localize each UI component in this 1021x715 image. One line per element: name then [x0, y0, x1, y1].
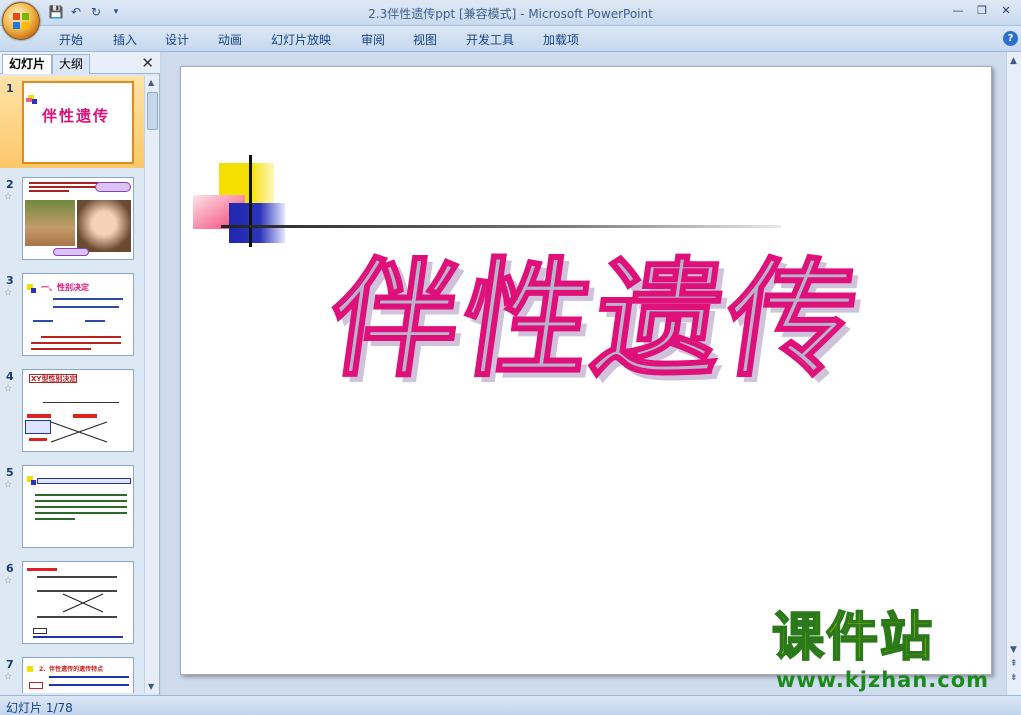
slide-preview — [22, 561, 134, 644]
document-title: 2.3伴性遗传ppt [兼容模式] — [368, 7, 517, 21]
slide-title: 伴性遗传 — [42, 107, 111, 125]
close-icon[interactable]: ✕ — [995, 2, 1017, 20]
slide-number: 2 — [6, 178, 14, 191]
window-title: 2.3伴性遗传ppt [兼容模式] - Microsoft PowerPoint — [368, 7, 653, 21]
tab-developer[interactable]: 开发工具 — [466, 31, 514, 48]
status-bar: 幻灯片 1/78 — [0, 695, 1021, 715]
slide-thumbnail[interactable]: 3 ☆ 一、性别决定 — [0, 268, 144, 360]
tab-slides[interactable]: 幻灯片 — [2, 54, 53, 74]
slide-counter: 幻灯片 1/78 — [6, 701, 73, 715]
slide-editor: 伴性遗传 伴性遗传 ▲ ▼ ⇞ ⇟ — [162, 52, 1021, 695]
slide-title: XY型性别决定 — [31, 375, 77, 383]
scroll-up-icon[interactable]: ▲ — [148, 78, 154, 87]
slide-thumbnail[interactable]: 5 ☆ — [0, 460, 144, 552]
tab-design[interactable]: 设计 — [165, 31, 189, 48]
ribbon-tabs: 开始 插入 设计 动画 幻灯片放映 审阅 视图 开发工具 加载项 ? — [0, 26, 1021, 52]
office-logo-icon — [13, 13, 29, 29]
slide-thumbnail[interactable]: 7 ☆ 2、伴性遗传的遗传特点 — [0, 652, 144, 693]
animation-star-icon: ☆ — [4, 480, 13, 490]
slide-title: 2、伴性遗传的遗传特点 — [39, 666, 104, 673]
animation-star-icon: ☆ — [4, 576, 13, 586]
tab-outline[interactable]: 大纲 — [52, 54, 91, 74]
slide-thumbnail[interactable]: 4 ☆ XY型性别决定 — [0, 364, 144, 456]
minimize-icon[interactable]: — — [947, 2, 969, 20]
slide-number: 3 — [6, 274, 14, 287]
editor-scrollbar[interactable]: ▲ ▼ ⇞ ⇟ — [1006, 52, 1021, 695]
slides-pane: 幻灯片 大纲 ✕ 1 伴性遗传 2 ☆ 3 ☆ 一、性别决定 4 ☆ XY型性别… — [0, 52, 160, 695]
current-slide[interactable]: 伴性遗传 伴性遗传 — [180, 66, 992, 675]
slide-number: 4 — [6, 370, 14, 383]
office-button[interactable] — [2, 2, 40, 40]
tab-addins[interactable]: 加载项 — [543, 31, 579, 48]
animation-star-icon: ☆ — [4, 288, 13, 298]
slide-thumbnail[interactable]: 6 ☆ — [0, 556, 144, 648]
close-icon[interactable]: ✕ — [141, 54, 154, 72]
slide-number: 1 — [6, 82, 14, 95]
previous-slide-icon[interactable]: ⇞ — [1010, 659, 1018, 669]
tab-review[interactable]: 审阅 — [361, 31, 385, 48]
watermark-url: www.kjzhan.com — [776, 668, 990, 692]
slide-number: 5 — [6, 466, 14, 479]
help-icon[interactable]: ? — [1003, 31, 1018, 46]
tab-view[interactable]: 视图 — [413, 31, 437, 48]
slide-preview — [22, 177, 134, 260]
pane-tab-bar: 幻灯片 大纲 ✕ — [0, 52, 160, 74]
slide-title: 一、性别决定 — [41, 283, 89, 292]
app-name: Microsoft PowerPoint — [528, 7, 653, 21]
slide-preview: 2、伴性遗传的遗传特点 — [22, 657, 134, 693]
deco-vertical-line — [249, 155, 252, 247]
slide-number: 6 — [6, 562, 14, 575]
next-slide-icon[interactable]: ⇟ — [1010, 673, 1018, 683]
slide-preview: 一、性别决定 — [22, 273, 134, 356]
scroll-down-icon[interactable]: ▼ — [148, 682, 154, 691]
scroll-down-icon[interactable]: ▼ — [1010, 645, 1017, 655]
slide-thumbnail[interactable]: 1 伴性遗传 — [0, 76, 144, 168]
slide-thumbnails: 1 伴性遗传 2 ☆ 3 ☆ 一、性别决定 4 ☆ XY型性别决定 5 ☆ 6 … — [0, 76, 144, 693]
animation-star-icon: ☆ — [4, 192, 13, 202]
tab-animation[interactable]: 动画 — [218, 31, 242, 48]
slide-thumbnail[interactable]: 2 ☆ — [0, 172, 144, 264]
tab-slideshow[interactable]: 幻灯片放映 — [271, 31, 331, 48]
scroll-up-icon[interactable]: ▲ — [1010, 56, 1017, 66]
scroll-thumb[interactable] — [147, 92, 158, 130]
watermark: 课件站 www.kjzhan.com — [770, 607, 1010, 692]
slide-number: 7 — [6, 658, 14, 671]
watermark-logo-text: 课件站 — [771, 607, 935, 669]
slide-preview: 伴性遗传 — [22, 81, 134, 164]
title-bar: 💾 ↶ ↻ ▾ 2.3伴性遗传ppt [兼容模式] - Microsoft Po… — [0, 0, 1021, 26]
animation-star-icon: ☆ — [4, 384, 13, 394]
restore-icon[interactable]: ❐ — [971, 2, 993, 20]
animation-star-icon: ☆ — [4, 672, 13, 682]
tab-insert[interactable]: 插入 — [113, 31, 137, 48]
slide-title: 伴性遗传 — [319, 244, 870, 396]
window-controls: — ❐ ✕ — [947, 2, 1017, 20]
slide-title-wordart[interactable]: 伴性遗传 伴性遗传 — [319, 225, 971, 425]
slide-preview — [22, 465, 134, 548]
slide-preview: XY型性别决定 — [22, 369, 134, 452]
deco-blue-square — [229, 203, 285, 243]
tab-home[interactable]: 开始 — [59, 31, 83, 48]
thumbnails-scrollbar[interactable]: ▲ ▼ — [144, 76, 159, 693]
